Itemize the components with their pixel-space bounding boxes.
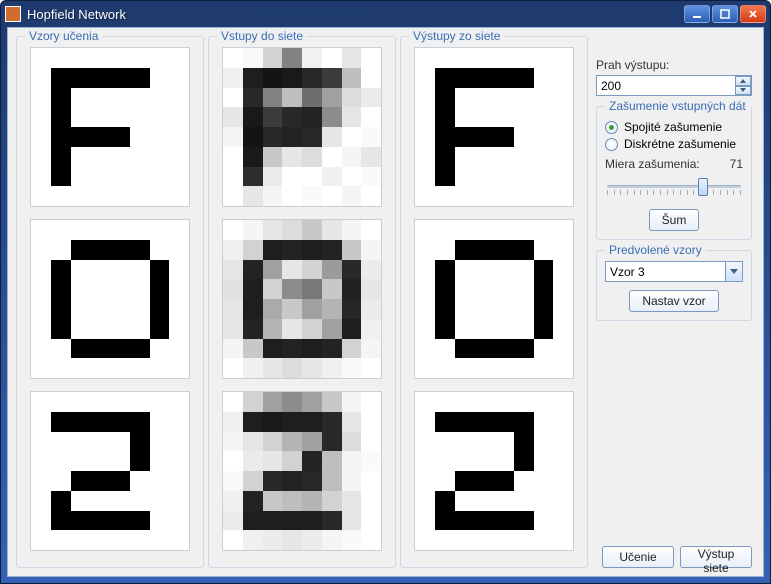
preset-select[interactable]: Vzor 3 [605,261,743,282]
radio-discrete-label: Diskrétne zašumenie [624,137,736,151]
input-pattern-3[interactable] [222,391,382,551]
training-pattern-2[interactable] [30,219,190,379]
presets-group: Predvolené vzory Vzor 3 Nastav vzor [596,250,752,321]
training-patterns-legend: Vzory učenia [25,29,102,43]
inputs-legend: Vstupy do siete [217,29,307,43]
output-pattern-1 [414,47,574,207]
minimize-button[interactable] [684,5,710,23]
input-pattern-2[interactable] [222,219,382,379]
noise-amount-label: Miera zašumenia: [605,157,700,171]
radio-continuous-label: Spojité zašumenie [624,120,722,134]
threshold-input[interactable] [596,75,752,96]
threshold-label: Prah výstupu: [596,58,752,72]
close-button[interactable] [740,5,766,23]
titlebar: Hopfield Network [1,1,770,27]
noise-slider[interactable] [605,173,743,201]
train-button[interactable]: Učenie [602,546,674,568]
output-pattern-3 [414,391,574,551]
radio-discrete-input[interactable] [605,138,618,151]
presets-legend: Predvolené vzory [605,243,706,257]
radio-continuous[interactable]: Spojité zašumenie [605,120,743,134]
input-pattern-1[interactable] [222,47,382,207]
outputs-group: Výstupy zo siete [400,36,588,568]
noise-legend: Zašumenie vstupných dát [605,99,750,113]
slider-ticks [607,190,741,195]
outputs-legend: Výstupy zo siete [409,29,504,43]
app-icon [5,6,21,22]
training-patterns-group: Vzory učenia [16,36,204,568]
slider-thumb[interactable] [698,178,708,196]
training-pattern-3[interactable] [30,391,190,551]
noise-group: Zašumenie vstupných dát Spojité zašumeni… [596,106,752,240]
output-pattern-2 [414,219,574,379]
training-pattern-1[interactable] [30,47,190,207]
noise-button[interactable]: Šum [649,209,700,231]
noise-amount-value: 71 [730,157,743,171]
radio-continuous-input[interactable] [605,121,618,134]
radio-discrete[interactable]: Diskrétne zašumenie [605,137,743,151]
output-button[interactable]: Výstup siete [680,546,752,568]
client-area: Vzory učenia Vstupy do siete Výstupy zo … [7,27,764,577]
threshold-spin-up[interactable] [735,76,751,86]
inputs-group: Vstupy do siete [208,36,396,568]
window-title: Hopfield Network [27,7,684,22]
threshold-spin-down[interactable] [735,86,751,96]
maximize-button[interactable] [712,5,738,23]
set-preset-button[interactable]: Nastav vzor [629,290,718,312]
